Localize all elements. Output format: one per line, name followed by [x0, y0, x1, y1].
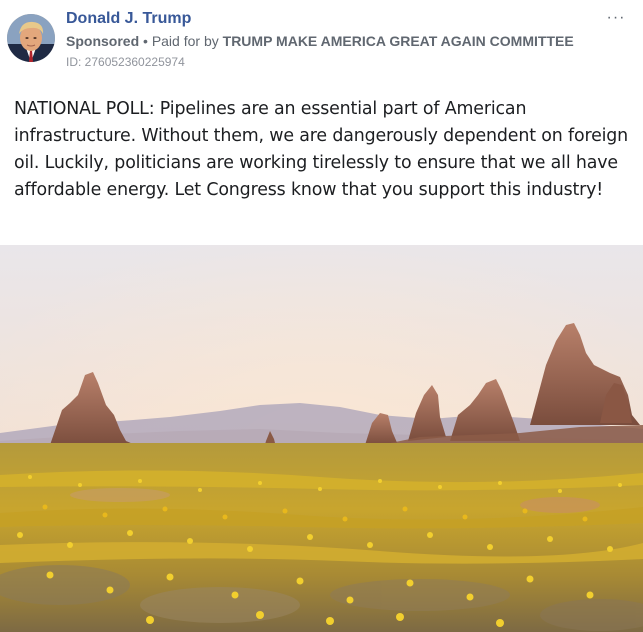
desert-landscape-image — [0, 245, 643, 632]
ad-id: ID: 276052360225974 — [66, 55, 185, 69]
avatar-image — [7, 14, 55, 62]
post-image[interactable] — [0, 245, 643, 632]
post-header: Donald J. Trump Sponsored • Paid for by … — [0, 0, 643, 80]
sponsor-name: TRUMP MAKE AMERICA GREAT AGAIN COMMITTEE — [222, 33, 574, 49]
separator-dot: • — [143, 33, 148, 49]
sponsored-post: Donald J. Trump Sponsored • Paid for by … — [0, 0, 643, 632]
author-avatar[interactable] — [7, 14, 55, 62]
more-options-icon[interactable]: ··· — [604, 8, 628, 28]
sponsorship-line: Sponsored • Paid for by TRUMP MAKE AMERI… — [66, 33, 574, 49]
paid-for-prefix: Paid for by — [151, 33, 219, 49]
sponsored-label[interactable]: Sponsored — [66, 33, 139, 49]
post-text: NATIONAL POLL: Pipelines are an essentia… — [14, 99, 629, 200]
author-name-link[interactable]: Donald J. Trump — [66, 10, 191, 28]
